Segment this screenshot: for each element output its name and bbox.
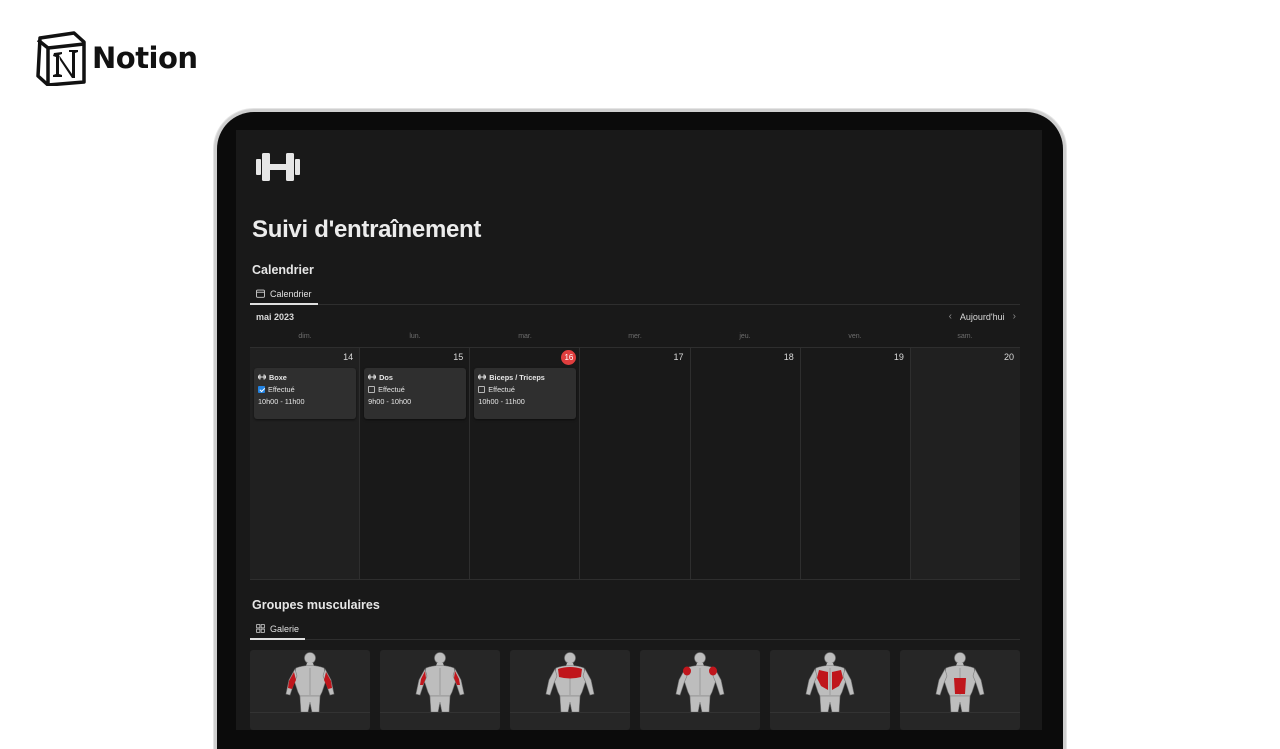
weekday-label: dim. xyxy=(298,333,312,340)
muscle-figure-icon xyxy=(510,650,630,712)
gallery-card[interactable] xyxy=(770,650,890,730)
calendar-icon xyxy=(256,289,265,298)
gallery-card[interactable] xyxy=(640,650,760,730)
today-day-number: 16 xyxy=(561,350,577,365)
event-title: Dos xyxy=(379,372,393,382)
calendar-day[interactable]: 16 Biceps / Triceps Effectué 10h00 - 11h… xyxy=(469,348,580,579)
chevron-right-icon[interactable]: › xyxy=(1013,311,1016,322)
calendar-event[interactable]: Boxe Effectué 10h00 - 11h00 xyxy=(254,368,356,419)
calendar-nav: ‹ Aujourd'hui › xyxy=(949,311,1016,322)
dumbbell-icon xyxy=(256,153,300,181)
gallery-card[interactable] xyxy=(510,650,630,730)
dumbbell-icon xyxy=(368,374,377,380)
event-time: 10h00 - 11h00 xyxy=(478,396,525,406)
brand-name: Notion xyxy=(92,41,198,75)
done-checkbox[interactable] xyxy=(368,385,376,393)
muscle-figure-icon xyxy=(770,650,890,712)
page-title: Suivi d'entraînement xyxy=(252,216,482,243)
muscle-figure-icon xyxy=(640,650,760,712)
dumbbell-icon xyxy=(478,374,487,380)
notion-logo-icon xyxy=(36,31,86,86)
done-checkbox[interactable] xyxy=(478,385,486,393)
calendar-month: mai 2023 xyxy=(256,312,295,322)
gallery-card[interactable] xyxy=(900,650,1020,730)
weekday-label: ven. xyxy=(848,333,862,340)
calendar-section-title: Calendrier xyxy=(252,263,314,277)
tab-gallery[interactable]: Galerie xyxy=(250,619,306,640)
today-button[interactable]: Aujourd'hui xyxy=(960,312,1005,322)
tab-calendar[interactable]: Calendrier xyxy=(250,284,318,305)
day-number: 19 xyxy=(893,352,904,362)
event-time: 10h00 - 11h00 xyxy=(258,396,305,406)
calendar-event[interactable]: Biceps / Triceps Effectué 10h00 - 11h00 xyxy=(474,368,577,419)
done-checkbox[interactable] xyxy=(258,385,265,393)
day-number: 17 xyxy=(673,352,684,362)
calendar-day[interactable]: 15 Dos Effectué 9h00 - 10h00 xyxy=(359,348,470,579)
muscle-figure-icon xyxy=(380,650,500,712)
muscle-figure-icon xyxy=(900,650,1020,712)
event-status: Effectué xyxy=(378,384,405,394)
weekday-label: jeu. xyxy=(739,333,751,340)
tablet-screen: Suivi d'entraînement Calendrier Calendri… xyxy=(236,130,1042,730)
muscle-gallery xyxy=(250,650,1020,730)
notion-page: Suivi d'entraînement Calendrier Calendri… xyxy=(236,130,1042,730)
notion-brand: Notion xyxy=(34,30,198,86)
muscle-section-title: Groupes musculaires xyxy=(252,598,380,612)
day-number: 18 xyxy=(783,352,794,362)
calendar-day[interactable]: 19 xyxy=(799,348,910,579)
event-status: Effectué xyxy=(268,384,295,394)
weekday-label: mer. xyxy=(628,333,642,340)
gallery-card[interactable] xyxy=(250,650,370,730)
calendar-event[interactable]: Dos Effectué 9h00 - 10h00 xyxy=(364,368,467,419)
day-number: 15 xyxy=(453,352,464,362)
weekday-label: sam. xyxy=(957,333,973,340)
calendar-header: mai 2023 ‹ Aujourd'hui › xyxy=(250,310,1020,326)
weekday-label: mar. xyxy=(518,333,532,340)
calendar-day[interactable]: 20 xyxy=(909,348,1020,579)
calendar-weekdays: dim. lun. mar. mer. jeu. ven. sam. xyxy=(250,333,1020,345)
calendar-grid: 14 Boxe Effectué 10h00 - 11h00 15 Dos Ef… xyxy=(250,347,1020,580)
event-title: Boxe xyxy=(269,372,287,382)
gallery-grid-icon xyxy=(256,624,265,633)
day-number: 20 xyxy=(1003,352,1014,362)
tab-calendar-label: Calendrier xyxy=(270,288,312,299)
event-time: 9h00 - 10h00 xyxy=(368,396,412,406)
calendar-day[interactable]: 17 xyxy=(579,348,690,579)
muscle-figure-icon xyxy=(250,650,370,712)
calendar-day[interactable]: 18 xyxy=(689,348,800,579)
weekday-label: lun. xyxy=(409,333,421,340)
gallery-card[interactable] xyxy=(380,650,500,730)
tab-gallery-label: Galerie xyxy=(270,623,300,634)
event-title: Biceps / Triceps xyxy=(489,372,545,382)
day-number: 14 xyxy=(343,352,354,362)
event-status: Effectué xyxy=(488,384,515,394)
chevron-left-icon[interactable]: ‹ xyxy=(949,311,952,322)
calendar-view-tabs: Calendrier xyxy=(250,284,1020,305)
calendar-day[interactable]: 14 Boxe Effectué 10h00 - 11h00 xyxy=(250,348,360,579)
gallery-view-tabs: Galerie xyxy=(250,619,1020,640)
dumbbell-icon xyxy=(258,374,266,380)
